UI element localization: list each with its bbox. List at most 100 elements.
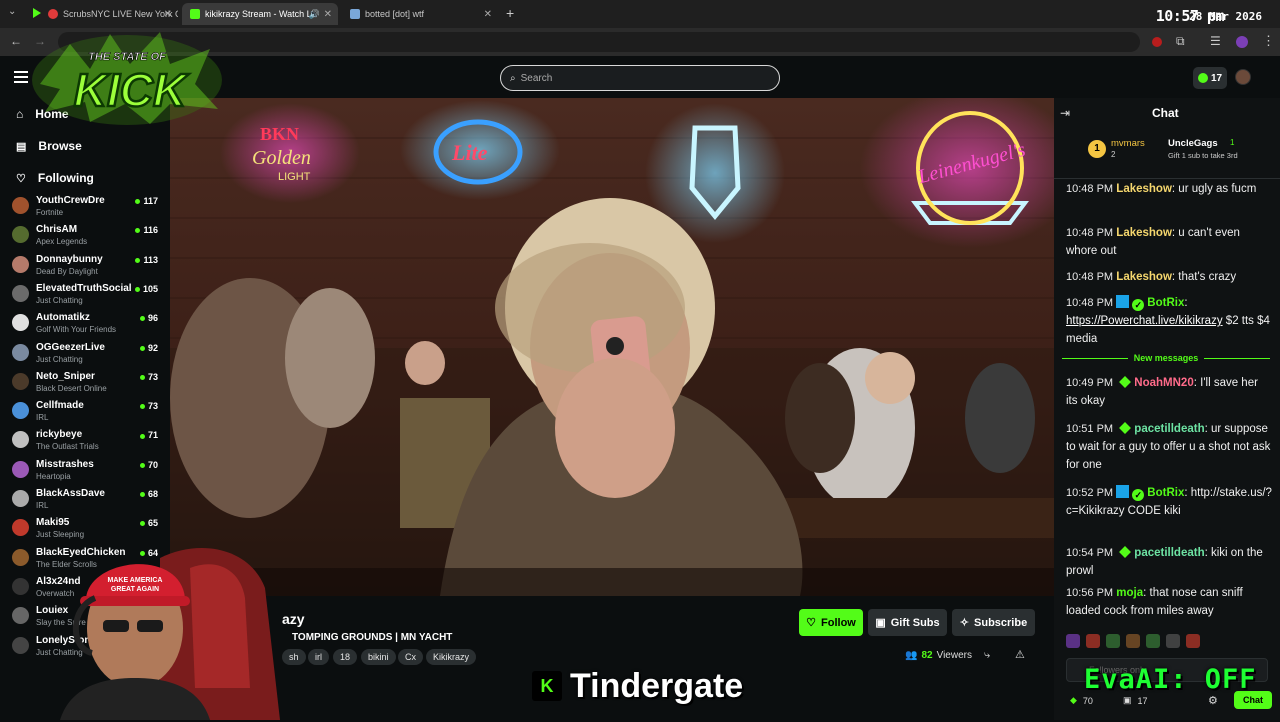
gifter-name[interactable]: mvmars — [1111, 138, 1145, 149]
follow-button[interactable]: ♡ Follow — [799, 609, 863, 636]
message-username[interactable]: pacetilldeath — [1134, 547, 1204, 559]
sidebar-channel-item[interactable]: ChrisAM Apex Legends 116 — [12, 223, 164, 251]
new-tab-button[interactable]: + — [506, 5, 514, 21]
state-of-kick-logo: THE STATE OF KICK — [30, 24, 224, 128]
share-icon[interactable]: ⤷ — [984, 649, 990, 662]
audio-icon[interactable]: 🔊 — [309, 9, 320, 20]
svg-text:Golden: Golden — [252, 147, 311, 169]
stream-tag[interactable]: Cx — [398, 649, 423, 665]
browser-tab-botted[interactable]: botted [dot] wtf ✕ — [342, 3, 498, 25]
chat-message: 10:48 PM Lakeshow: ur ugly as fucm — [1066, 183, 1257, 195]
collapse-chat-icon[interactable]: ⇥ — [1060, 106, 1070, 120]
nav-following-label: Following — [37, 171, 94, 185]
sidebar-toggle-icon[interactable]: ☰ — [1210, 34, 1221, 48]
channel-viewer-count: 92 — [147, 342, 158, 353]
search-icon: ⌕ — [510, 72, 516, 84]
close-tab-icon[interactable]: ✕ — [484, 9, 492, 20]
sidebar-channel-item[interactable]: Automatikz Golf With Your Friends 96 — [12, 311, 164, 339]
message-username[interactable]: pacetilldeath — [1134, 423, 1204, 435]
stream-tag[interactable]: 18 — [333, 649, 358, 665]
viewers-icon: 👥 — [905, 650, 918, 661]
message-username[interactable]: NoahMN20 — [1134, 377, 1193, 389]
sidebar-channel-item[interactable]: Donnaybunny Dead By Daylight 113 — [12, 253, 164, 281]
follow-label: Follow — [821, 616, 856, 629]
channel-category: Just Chatting — [36, 354, 83, 364]
live-dot — [139, 433, 145, 439]
chat-gift-count: 17 — [1137, 695, 1148, 706]
channel-viewer-count: 65 — [147, 518, 158, 529]
channel-viewer-count: 116 — [143, 225, 158, 236]
kick-points-chip[interactable]: 17 — [1193, 67, 1227, 89]
new-messages-divider: New messages — [1062, 350, 1271, 366]
back-icon[interactable]: ← — [10, 34, 22, 48]
channel-category: Dead By Daylight — [36, 266, 98, 276]
sidebar-channel-item[interactable]: Misstrashes Heartopia 70 — [12, 458, 164, 486]
user-avatar[interactable] — [1235, 69, 1251, 85]
channel-avatar — [12, 519, 29, 537]
message-username[interactable]: Lakeshow — [1116, 227, 1172, 239]
channel-avatar — [12, 402, 29, 420]
menu-icon[interactable] — [14, 71, 28, 83]
message-timestamp: 10:48 PM — [1066, 183, 1114, 195]
profile-avatar-icon[interactable] — [1236, 36, 1248, 48]
gifter-name[interactable]: UncleGags — [1168, 138, 1218, 149]
channel-viewer-count: 73 — [147, 401, 158, 412]
subscribe-label: Subscribe — [974, 616, 1028, 629]
browser-tab-scrubs[interactable]: ScrubsNYC LIVE New York C ✕ — [26, 3, 178, 25]
message-timestamp: 10:49 PM — [1066, 377, 1114, 389]
browser-tab-kikikrazy[interactable]: kikikrazy Stream - Watch Li 🔊 ✕ — [182, 3, 338, 25]
close-tab-icon[interactable]: ✕ — [164, 9, 172, 20]
live-dot — [135, 199, 141, 205]
message-username[interactable]: BotRix — [1147, 297, 1184, 309]
message-username[interactable]: BotRix — [1147, 487, 1184, 499]
sidebar-channel-item[interactable]: Cellfmade IRL 73 — [12, 399, 164, 427]
sidebar-channel-item[interactable]: YouthCrewDre Fortnite 117 — [12, 194, 164, 222]
channel-name: Maki95 — [36, 517, 70, 529]
chat-message: 10:54 PM pacetilldeath: kiki on the prow… — [1066, 546, 1263, 577]
sidebar-channel-item[interactable]: rickybeye The Outlast Trials 71 — [12, 428, 164, 456]
chat-message: 10:48 PM ✓ BotRix: https://Powerchat.live… — [1066, 295, 1270, 345]
stream-tag[interactable]: bikini — [361, 649, 396, 665]
browser-menu-icon[interactable]: ⋮ — [1262, 33, 1275, 49]
tab-list-chevron-icon[interactable]: ⌄ — [8, 6, 16, 17]
channel-avatar — [12, 314, 29, 332]
nav-following[interactable]: ♡ Following — [16, 171, 94, 185]
channel-name: Cellfmade — [36, 400, 84, 412]
stream-title: TOMPING GROUNDS | MN YACHT — [292, 632, 453, 643]
live-dot — [139, 462, 145, 468]
channel-avatar — [12, 490, 29, 507]
extensions-icon[interactable]: ⧉ — [1176, 34, 1185, 49]
channel-viewer-count: 96 — [147, 313, 158, 324]
channel-category: Golf With Your Friends — [36, 325, 117, 335]
tab-title: ScrubsNYC LIVE New York C — [63, 9, 178, 19]
kick-favicon — [190, 9, 200, 19]
search-input[interactable]: ⌕ Search — [500, 65, 780, 91]
subscribe-button[interactable]: ✧ Subscribe — [952, 609, 1035, 636]
video-player[interactable]: BKN Golden LIGHT Lite Leinenkugel's — [170, 98, 1054, 596]
message-username[interactable]: Lakeshow — [1116, 183, 1172, 195]
sidebar-channel-item[interactable]: OGGeezerLive Just Chatting 92 — [12, 341, 164, 369]
message-username[interactable]: Lakeshow — [1116, 271, 1172, 283]
channel-viewers: 96 — [139, 313, 158, 324]
sidebar-channel-item[interactable]: ElevatedTruthSocial Just Chatting 105 — [12, 282, 164, 310]
tab-title: kikikrazy Stream - Watch Li — [205, 9, 314, 19]
channel-viewer-count: 117 — [143, 196, 158, 206]
sidebar-channel-item[interactable]: Neto_Sniper Black Desert Online 73 — [12, 370, 164, 398]
channel-viewers: 117 — [135, 196, 158, 206]
report-icon[interactable]: ⚠ — [1015, 648, 1025, 661]
svg-text:MAKE AMERICA: MAKE AMERICA — [108, 577, 163, 584]
settings-icon[interactable]: ⚙ — [1208, 694, 1218, 707]
nav-browse[interactable]: ▤ Browse — [16, 139, 82, 153]
tab-title: botted [dot] wtf — [365, 9, 425, 19]
stream-tag[interactable]: irl — [308, 649, 329, 665]
sidebar-channel-item[interactable]: BlackAssDave IRL 68 — [12, 487, 164, 515]
date: 28 Mar 2026 — [1189, 10, 1262, 23]
gift-subs-button[interactable]: ▣ Gift Subs — [868, 609, 947, 636]
message-username[interactable]: moja — [1116, 587, 1143, 599]
stream-tag[interactable]: Kikikrazy — [426, 649, 477, 665]
close-tab-icon[interactable]: ✕ — [324, 9, 332, 20]
kick-k-icon: K — [532, 671, 562, 701]
message-link[interactable]: https://Powerchat.live/kikikrazy — [1066, 315, 1223, 327]
extension-red-icon[interactable] — [1152, 37, 1162, 47]
channel-viewers: 73 — [139, 401, 158, 412]
